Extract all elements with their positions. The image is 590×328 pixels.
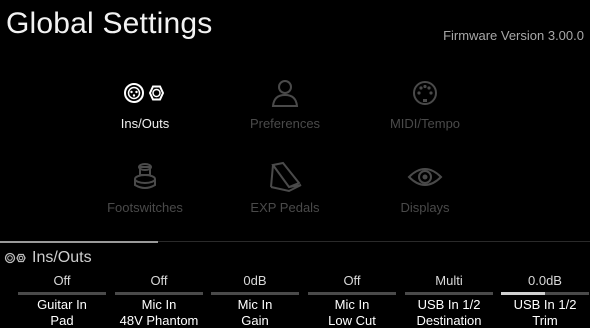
footswitch-icon bbox=[80, 160, 210, 194]
param-guitar-in-pad[interactable]: Off Guitar In Pad bbox=[18, 273, 106, 327]
param-name-line2: Gain bbox=[241, 313, 269, 328]
param-name-line1: Mic In bbox=[334, 297, 370, 312]
menu-tile-preferences[interactable]: Preferences bbox=[220, 72, 350, 142]
param-usb-in-trim[interactable]: 0.0dB USB In 1/2 Trim bbox=[501, 273, 589, 327]
menu-tile-label: EXP Pedals bbox=[250, 200, 320, 215]
menu-tile-midi-tempo[interactable]: MIDI/Tempo bbox=[360, 72, 490, 142]
param-slider-track bbox=[405, 292, 493, 295]
param-slider-track bbox=[308, 292, 396, 295]
param-name-line1: Mic In bbox=[141, 297, 177, 312]
param-name-line2: Pad bbox=[50, 313, 74, 328]
param-slider-track bbox=[18, 292, 106, 295]
menu-tile-label: Displays bbox=[400, 200, 450, 215]
menu-tile-label: MIDI/Tempo bbox=[389, 116, 461, 131]
param-name-line1: USB In 1/2 bbox=[513, 297, 577, 312]
param-slider-track bbox=[501, 292, 589, 295]
param-name-line1: Mic In bbox=[237, 297, 273, 312]
param-value: 0dB bbox=[243, 273, 267, 288]
menu-tile-label: Ins/Outs bbox=[120, 116, 170, 131]
param-slider-track bbox=[211, 292, 299, 295]
inputs-outputs-icon bbox=[80, 76, 210, 110]
param-name-line1: Guitar In bbox=[37, 297, 87, 312]
firmware-version: Firmware Version 3.00.0 bbox=[443, 28, 584, 43]
inputs-outputs-icon bbox=[4, 252, 28, 264]
param-mic-in-gain[interactable]: 0dB Mic In Gain bbox=[211, 273, 299, 327]
menu-tile-displays[interactable]: Displays bbox=[360, 156, 490, 226]
divider-highlight bbox=[0, 241, 158, 243]
param-name-line2: Low Cut bbox=[328, 313, 376, 328]
param-name-line2: Trim bbox=[532, 313, 558, 328]
section-title: Ins/Outs bbox=[32, 249, 92, 266]
param-mic-in-low-cut[interactable]: Off Mic In Low Cut bbox=[308, 273, 396, 327]
section-header: Ins/Outs bbox=[4, 249, 92, 267]
expression-pedal-icon bbox=[220, 160, 350, 194]
param-value: 0.0dB bbox=[528, 273, 562, 288]
midi-port-icon bbox=[360, 76, 490, 110]
menu-tile-label: Footswitches bbox=[107, 200, 183, 215]
param-mic-in-48v-phantom[interactable]: Off Mic In 48V Phantom bbox=[115, 273, 203, 327]
param-usb-in-destination[interactable]: Multi USB In 1/2 Destination bbox=[405, 273, 493, 327]
menu-tile-label: Preferences bbox=[249, 116, 321, 131]
menu-tile-exp-pedals[interactable]: EXP Pedals bbox=[220, 156, 350, 226]
param-name-line2: Destination bbox=[416, 313, 482, 328]
page-title: Global Settings bbox=[6, 7, 213, 40]
menu-tile-footswitches[interactable]: Footswitches bbox=[80, 156, 210, 226]
param-value: Multi bbox=[435, 273, 463, 288]
param-slider-track bbox=[115, 292, 203, 295]
param-value: Off bbox=[343, 273, 361, 288]
param-name-line1: USB In 1/2 bbox=[417, 297, 481, 312]
menu-tile-ins-outs[interactable]: Ins/Outs bbox=[80, 72, 210, 142]
settings-menu-grid: Ins/Outs Preferences MIDI/Tempo Footswit… bbox=[80, 72, 490, 222]
param-value: Off bbox=[53, 273, 71, 288]
param-name-line2: 48V Phantom bbox=[119, 313, 199, 328]
user-icon bbox=[220, 76, 350, 110]
param-value: Off bbox=[150, 273, 168, 288]
eye-icon bbox=[360, 160, 490, 194]
parameter-bar: Off Guitar In Pad Off Mic In 48V Phantom… bbox=[18, 273, 590, 327]
